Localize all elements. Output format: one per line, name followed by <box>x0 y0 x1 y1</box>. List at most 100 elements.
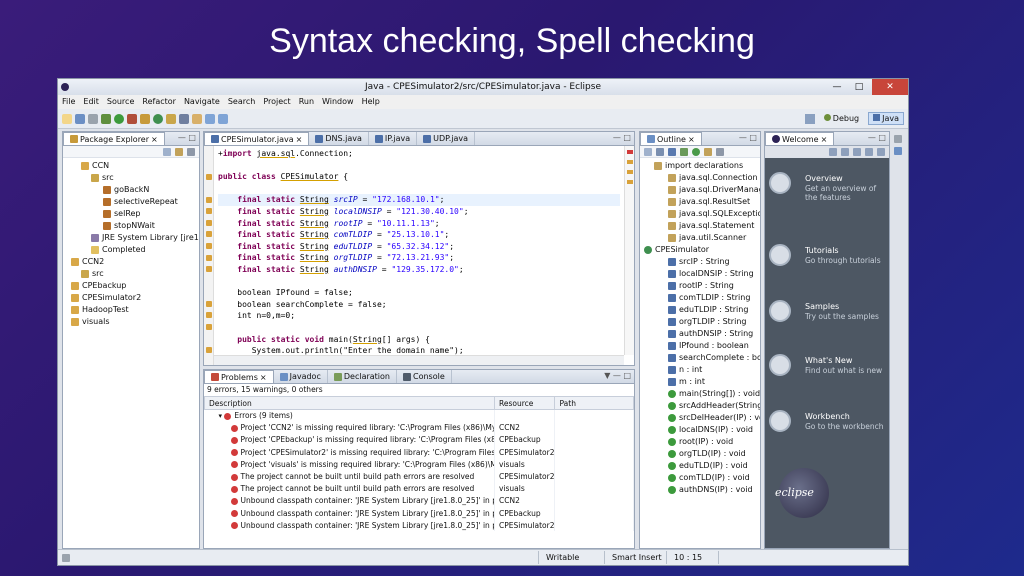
outline-item[interactable]: srcIP : String <box>640 256 760 268</box>
table-row[interactable]: Project 'visuals' is missing required li… <box>204 458 634 471</box>
horizontal-scrollbar[interactable] <box>214 355 624 365</box>
outline-item[interactable]: localDNS(IP) : void <box>640 424 760 436</box>
minimize-icon[interactable]: — <box>826 79 848 95</box>
new-package-icon[interactable] <box>140 113 150 124</box>
column-header[interactable]: Path <box>554 396 634 410</box>
external-tools-icon[interactable] <box>127 113 137 124</box>
menu-run[interactable]: Run <box>299 95 314 109</box>
outline-item[interactable]: comTLD(IP) : void <box>640 472 760 484</box>
outline-item[interactable]: eduTLD(IP) : void <box>640 460 760 472</box>
outline-item[interactable]: root(IP) : void <box>640 436 760 448</box>
outline-item[interactable]: orgTLD(IP) : void <box>640 448 760 460</box>
column-header[interactable]: Description <box>204 396 495 410</box>
tree-item[interactable]: CPEbackup <box>67 280 199 292</box>
hide-static-icon[interactable] <box>680 147 688 156</box>
tree-item[interactable]: JRE System Library [jre1.8.0_25] <box>67 232 199 244</box>
view-controls[interactable]: — □ <box>739 133 757 142</box>
outline-item[interactable]: orgTLDIP : String <box>640 316 760 328</box>
table-row[interactable]: Project 'CCN2' is missing required libra… <box>204 421 634 434</box>
outline-item[interactable]: srcDelHeader(IP) : voi <box>640 412 760 424</box>
view-controls[interactable]: — □ <box>868 133 886 142</box>
quick-access-icon[interactable] <box>804 113 815 124</box>
back-icon[interactable] <box>829 147 837 156</box>
tab-welcome[interactable]: Welcome × <box>765 132 835 145</box>
task-list-icon[interactable] <box>894 147 902 155</box>
table-row[interactable]: Unbound classpath container: 'JRE System… <box>204 519 634 532</box>
new-class-icon[interactable] <box>153 113 163 124</box>
tree-item[interactable]: CCN <box>67 160 199 172</box>
outline-item[interactable]: authDNSIP : String <box>640 328 760 340</box>
table-row[interactable]: Project 'CPESimulator2' is missing requi… <box>204 446 634 459</box>
save-icon[interactable] <box>75 113 85 124</box>
table-row[interactable]: ▾ Errors (9 items) <box>204 409 634 422</box>
tree-item[interactable]: CPESimulator2 <box>67 292 199 304</box>
outline-item[interactable]: java.sql.Statement <box>640 220 760 232</box>
column-header[interactable]: Resource <box>493 396 556 410</box>
outline-item[interactable]: import declarations <box>640 160 760 172</box>
outline-item[interactable]: java.sql.ResultSet <box>640 196 760 208</box>
outline-item[interactable]: CPESimulator <box>640 244 760 256</box>
view-controls[interactable]: — □ <box>613 133 631 142</box>
tree-item[interactable]: stopNWait <box>67 220 199 232</box>
view-menu-icon[interactable] <box>716 147 724 156</box>
tree-item[interactable]: src <box>67 172 199 184</box>
overview-ruler[interactable] <box>624 146 634 355</box>
tab-ip-java[interactable]: IP.java <box>369 132 418 145</box>
welcome-link-tutorials[interactable]: Tutorials Go through tutorials <box>765 244 889 290</box>
menu-navigate[interactable]: Navigate <box>184 95 220 109</box>
debug-perspective[interactable]: Debug <box>819 112 864 125</box>
tree-item[interactable]: src <box>67 268 199 280</box>
outline-item[interactable]: java.sql.Connection <box>640 172 760 184</box>
outline-item[interactable]: authDNS(IP) : void <box>640 484 760 496</box>
outline-item[interactable]: comTLDIP : String <box>640 292 760 304</box>
outline-item[interactable]: IPfound : boolean <box>640 340 760 352</box>
collapse-all-icon[interactable] <box>163 147 171 156</box>
outline-item[interactable]: java.sql.SQLException <box>640 208 760 220</box>
view-menu-icon[interactable] <box>187 147 195 156</box>
outline-item[interactable]: rootIP : String <box>640 280 760 292</box>
table-row[interactable]: The project cannot be built until build … <box>204 482 634 495</box>
tab-declaration[interactable]: Declaration <box>328 370 397 383</box>
debug-icon[interactable] <box>101 113 111 124</box>
link-editor-icon[interactable] <box>175 147 183 156</box>
close-icon[interactable]: ✕ <box>872 79 908 95</box>
annotation-icon[interactable] <box>192 113 202 124</box>
tab-dns-java[interactable]: DNS.java <box>309 132 369 145</box>
tree-item[interactable]: HadoopTest <box>67 304 199 316</box>
collapse-all-icon[interactable] <box>644 147 652 156</box>
open-type-icon[interactable] <box>166 113 176 124</box>
outline-item[interactable]: searchComplete : boo <box>640 352 760 364</box>
menu-project[interactable]: Project <box>263 95 290 109</box>
outline-item[interactable]: eduTLDIP : String <box>640 304 760 316</box>
hide-fields-icon[interactable] <box>668 147 676 156</box>
menu-search[interactable]: Search <box>228 95 255 109</box>
tree-item[interactable]: selectiveRepeat <box>67 196 199 208</box>
tab-udp-java[interactable]: UDP.java <box>417 132 476 145</box>
menu-refactor[interactable]: Refactor <box>142 95 176 109</box>
table-row[interactable]: Unbound classpath container: 'JRE System… <box>204 494 634 507</box>
menu-help[interactable]: Help <box>362 95 380 109</box>
restore-icon[interactable] <box>894 135 902 143</box>
print-icon[interactable] <box>88 113 98 124</box>
outline-item[interactable]: main(String[]) : void <box>640 388 760 400</box>
tab-outline[interactable]: Outline × <box>640 132 702 145</box>
welcome-link-whats-new[interactable]: What's New Find out what is new <box>765 354 889 400</box>
search-icon[interactable] <box>179 113 189 124</box>
java-perspective[interactable]: Java <box>868 112 904 125</box>
outline-item[interactable]: java.util.Scanner <box>640 232 760 244</box>
zoom-out-icon[interactable] <box>877 147 885 156</box>
outline-item[interactable]: localDNSIP : String <box>640 268 760 280</box>
welcome-link-overview[interactable]: Overview Get an overview of the features <box>765 172 889 218</box>
zoom-in-icon[interactable] <box>865 147 873 156</box>
menu-edit[interactable]: Edit <box>83 95 99 109</box>
new-icon[interactable] <box>62 113 72 124</box>
back-icon[interactable] <box>205 113 215 124</box>
tree-item[interactable]: Completed <box>67 244 199 256</box>
table-row[interactable]: Unbound classpath container: 'JRE System… <box>204 507 634 520</box>
maximize-icon[interactable]: □ <box>848 79 870 95</box>
menu-source[interactable]: Source <box>107 95 134 109</box>
menu-window[interactable]: Window <box>322 95 354 109</box>
view-controls[interactable]: — □ <box>178 133 196 142</box>
view-controls[interactable]: ▼ — □ <box>604 371 631 380</box>
forward-icon[interactable] <box>841 147 849 156</box>
